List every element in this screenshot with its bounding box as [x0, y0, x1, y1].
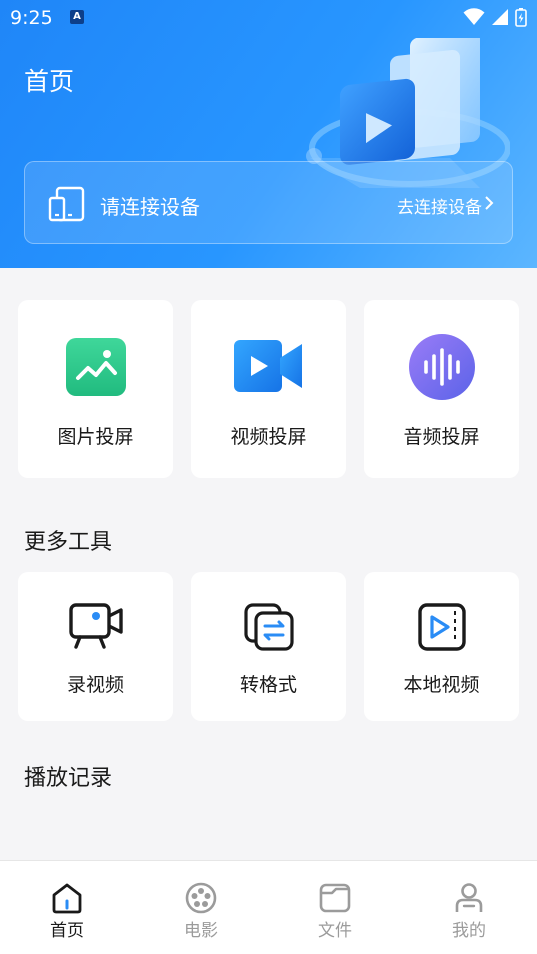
record-video-card[interactable]: 录视频 [18, 572, 173, 721]
battery-charging-icon [515, 8, 527, 27]
image-cast-card[interactable]: 图片投屏 [18, 300, 173, 478]
play-history-title: 播放记录 [24, 766, 113, 791]
video-camera-icon [233, 340, 302, 392]
home-icon [52, 883, 82, 914]
connect-status-label: 请连接设备 [100, 195, 200, 219]
local-video-label: 本地视频 [403, 674, 480, 696]
hero-banner: 9:25 A 首页 请连接设备 去连接设备 [0, 0, 537, 268]
connect-device-link[interactable]: 去连接设备 [397, 193, 482, 218]
image-cast-label: 图片投屏 [57, 426, 134, 448]
nav-movies-label: 电影 [184, 921, 218, 941]
image-icon [65, 338, 126, 396]
nav-files-label: 文件 [318, 921, 352, 941]
nav-home-label: 首页 [50, 921, 84, 941]
convert-format-label: 转格式 [239, 674, 297, 696]
film-reel-icon [185, 882, 217, 914]
nav-home[interactable]: 首页 [0, 861, 134, 954]
convert-format-card[interactable]: 转格式 [191, 572, 346, 721]
connect-device-card[interactable]: 请连接设备 去连接设备 [24, 161, 513, 244]
audio-cast-card[interactable]: 音频投屏 [364, 300, 519, 478]
record-video-icon [68, 603, 123, 649]
nav-files[interactable]: 文件 [268, 861, 402, 954]
wifi-icon [463, 8, 485, 25]
folder-icon [319, 883, 351, 913]
notification-badge: A [70, 10, 84, 24]
nav-profile[interactable]: 我的 [402, 861, 536, 954]
status-icons [463, 7, 527, 27]
video-cast-card[interactable]: 视频投屏 [191, 300, 346, 478]
video-cast-label: 视频投屏 [230, 426, 307, 448]
cellular-signal-icon [492, 9, 508, 25]
devices-icon [48, 186, 85, 222]
status-bar: 9:25 A [0, 0, 537, 36]
local-video-icon [417, 603, 466, 651]
more-tools-title: 更多工具 [24, 530, 113, 555]
local-video-card[interactable]: 本地视频 [364, 572, 519, 721]
status-time: 9:25 [10, 7, 53, 29]
nav-profile-label: 我的 [452, 921, 486, 941]
nav-movies[interactable]: 电影 [134, 861, 268, 954]
profile-icon [455, 883, 483, 912]
audio-wave-icon [408, 334, 475, 400]
page-title: 首页 [24, 67, 75, 96]
audio-cast-label: 音频投屏 [403, 426, 480, 448]
bottom-navigation: 首页 电影 文件 我的 [0, 860, 537, 954]
record-video-label: 录视频 [66, 674, 124, 696]
chevron-right-icon [485, 196, 494, 210]
convert-format-icon [243, 603, 294, 651]
